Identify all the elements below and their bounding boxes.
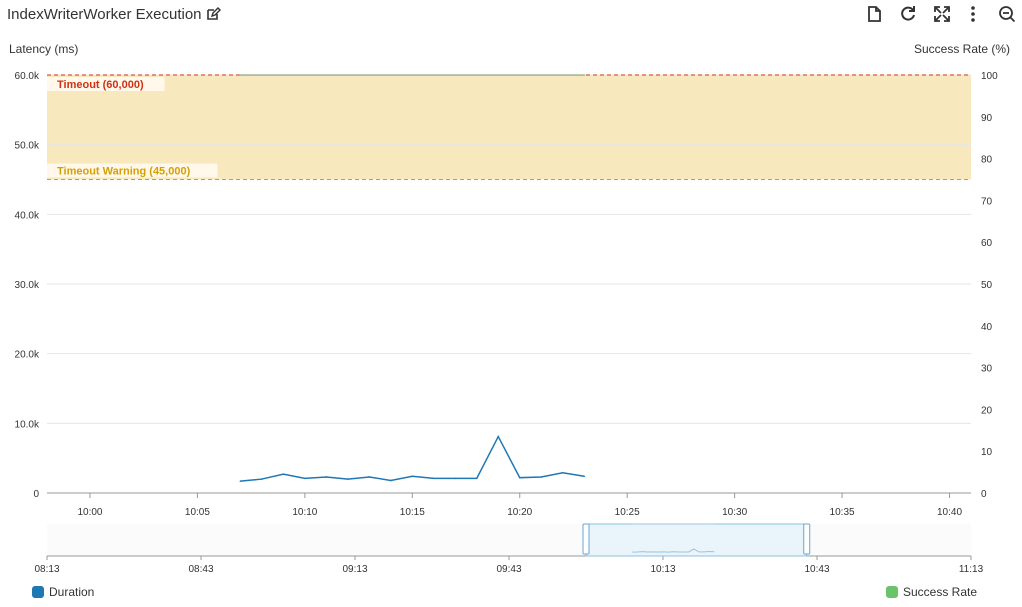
y-left-tick-label: 30.0k [15, 280, 40, 291]
navigator-selection[interactable] [585, 523, 808, 557]
navigator-handle-left[interactable] [582, 523, 590, 555]
data-point [411, 475, 414, 478]
data-point [497, 435, 500, 438]
y-left-tick-label: 10.0k [15, 419, 40, 430]
x-tick-label: 10:25 [615, 507, 640, 518]
x-tick-label: 10:15 [400, 507, 425, 518]
threshold-label: Timeout (60,000) [57, 79, 144, 91]
data-point [583, 475, 586, 478]
data-point [390, 479, 392, 482]
data-point [432, 477, 435, 480]
navigator-tick-label: 09:43 [496, 564, 521, 575]
navigator-tick-label: 10:13 [650, 564, 675, 575]
y-right-tick-label: 80 [981, 155, 993, 166]
data-point [475, 477, 478, 480]
y-right-tick-label: 70 [981, 196, 993, 207]
data-point [261, 478, 263, 480]
legend-label-duration: Duration [49, 585, 95, 599]
legend-item-success-rate[interactable]: Success Rate [886, 585, 977, 599]
y-left-tick-label: 40.0k [15, 210, 40, 221]
navigator-tick-label: 09:13 [342, 564, 367, 575]
data-point [583, 74, 586, 76]
data-point [239, 480, 242, 482]
navigator-handle-right[interactable] [803, 523, 811, 555]
y-right-tick-label: 90 [981, 113, 993, 124]
y-right-tick-label: 60 [981, 238, 993, 249]
y-right-tick-label: 50 [981, 280, 993, 291]
navigator-tick-label: 11:13 [959, 564, 984, 575]
data-point [518, 476, 521, 479]
navigator[interactable]: 08:13 08:43 09:13 09:43 10:13 10:43 11:13 [34, 523, 984, 575]
x-tick-label: 10:40 [937, 507, 962, 518]
data-point [347, 478, 349, 480]
y-left-axis-title: Latency (ms) [9, 42, 78, 56]
x-tick-label: 10:10 [292, 507, 317, 518]
legend-item-duration[interactable]: Duration [32, 585, 94, 599]
navigator-background [47, 524, 971, 556]
series-line-duration [240, 434, 585, 482]
y-left-tick-label: 0 [33, 489, 39, 500]
y-right-tick-label: 10 [981, 447, 993, 458]
data-point [239, 74, 242, 76]
x-tick-label: 10:00 [77, 507, 102, 518]
x-tick-label: 10:35 [830, 507, 855, 518]
y-right-tick-label: 30 [981, 364, 993, 375]
y-right-tick-label: 40 [981, 322, 993, 333]
legend-swatch-duration [32, 586, 44, 598]
y-right-axis-title: Success Rate (%) [914, 42, 1010, 56]
data-point [282, 473, 285, 475]
legend-label-success-rate: Success Rate [903, 585, 978, 599]
x-tick-label: 10:20 [507, 507, 532, 518]
data-point [561, 471, 564, 474]
threshold-label: Timeout Warning (45,000) [57, 166, 191, 178]
data-point [454, 477, 457, 480]
legend-swatch-success-rate [886, 586, 898, 598]
y-right-tick-label: 20 [981, 405, 993, 416]
y-right-tick-label: 100 [981, 71, 998, 82]
y-left-tick-label: 50.0k [15, 141, 40, 152]
y-right-tick-label: 0 [981, 489, 987, 500]
navigator-tick-label: 08:43 [188, 564, 213, 575]
y-left-tick-label: 60.0k [15, 71, 40, 82]
data-point [325, 476, 328, 478]
latency-chart: Timeout (60,000) Timeout Warning (45,000)… [9, 42, 1010, 575]
data-point [540, 476, 543, 478]
data-point [368, 476, 371, 478]
y-left-tick-label: 20.0k [15, 350, 40, 361]
x-tick-label: 10:05 [185, 507, 210, 518]
x-tick-label: 10:30 [722, 507, 747, 518]
navigator-tick-label: 08:13 [34, 564, 59, 575]
navigator-tick-label: 10:43 [804, 564, 829, 575]
data-point [304, 477, 306, 480]
